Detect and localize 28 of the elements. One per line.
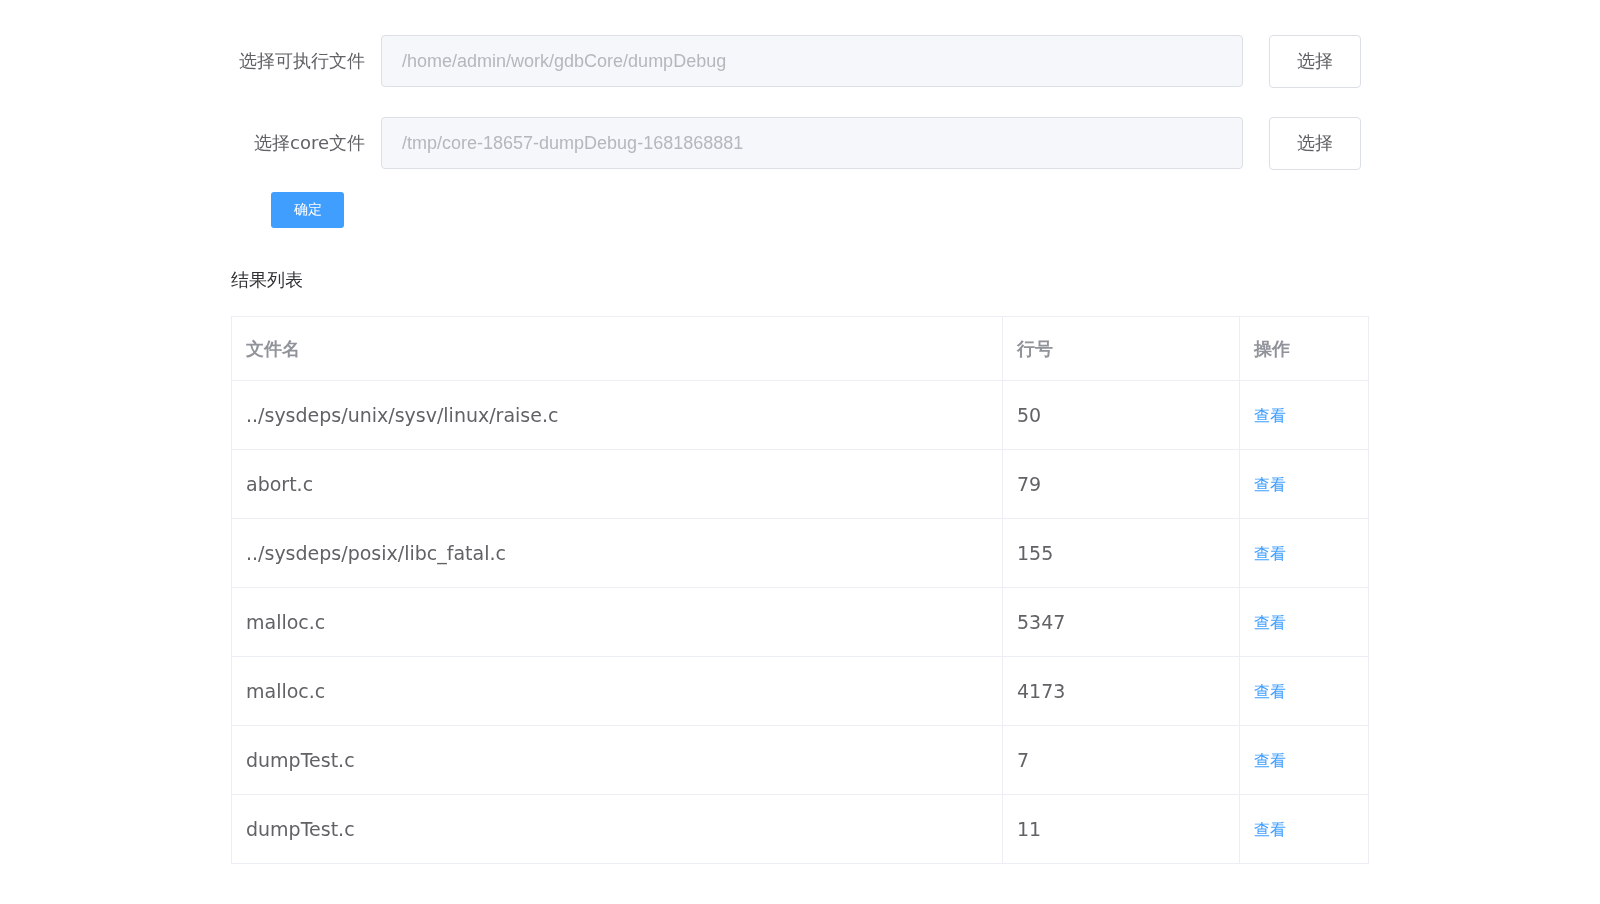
column-header: 操作 [1239, 316, 1369, 381]
table-cell: dumpTest.c [231, 725, 1003, 795]
view-link[interactable]: 查看 [1254, 475, 1286, 494]
section-title: 结果列表 [231, 268, 304, 292]
table-cell: dumpTest.c [231, 794, 1003, 864]
table-cell: 4173 [1002, 656, 1240, 726]
field-label: 选择core文件 [253, 131, 366, 155]
table-cell: 50 [1002, 380, 1240, 450]
view-link[interactable]: 查看 [1254, 751, 1286, 770]
table-cell: abort.c [231, 449, 1003, 519]
table-cell: ../sysdeps/posix/libc_fatal.c [231, 518, 1003, 588]
view-link[interactable]: 查看 [1254, 820, 1286, 839]
table-cell: 5347 [1002, 587, 1240, 657]
column-header: 文件名 [231, 316, 1003, 381]
table-cell: malloc.c [231, 656, 1003, 726]
field-label: 选择可执行文件 [238, 49, 366, 73]
table-cell: 7 [1002, 725, 1240, 795]
table-cell: malloc.c [231, 587, 1003, 657]
column-header: 行号 [1002, 316, 1240, 381]
table-cell: 155 [1002, 518, 1240, 588]
table-cell: 11 [1002, 794, 1240, 864]
view-link[interactable]: 查看 [1254, 682, 1286, 701]
view-link[interactable]: 查看 [1254, 544, 1286, 563]
view-link[interactable]: 查看 [1254, 406, 1286, 425]
table-cell: 79 [1002, 449, 1240, 519]
confirm-button[interactable]: 确定 [271, 192, 344, 228]
view-link[interactable]: 查看 [1254, 613, 1286, 632]
table-cell: ../sysdeps/unix/sysv/linux/raise.c [231, 380, 1003, 450]
